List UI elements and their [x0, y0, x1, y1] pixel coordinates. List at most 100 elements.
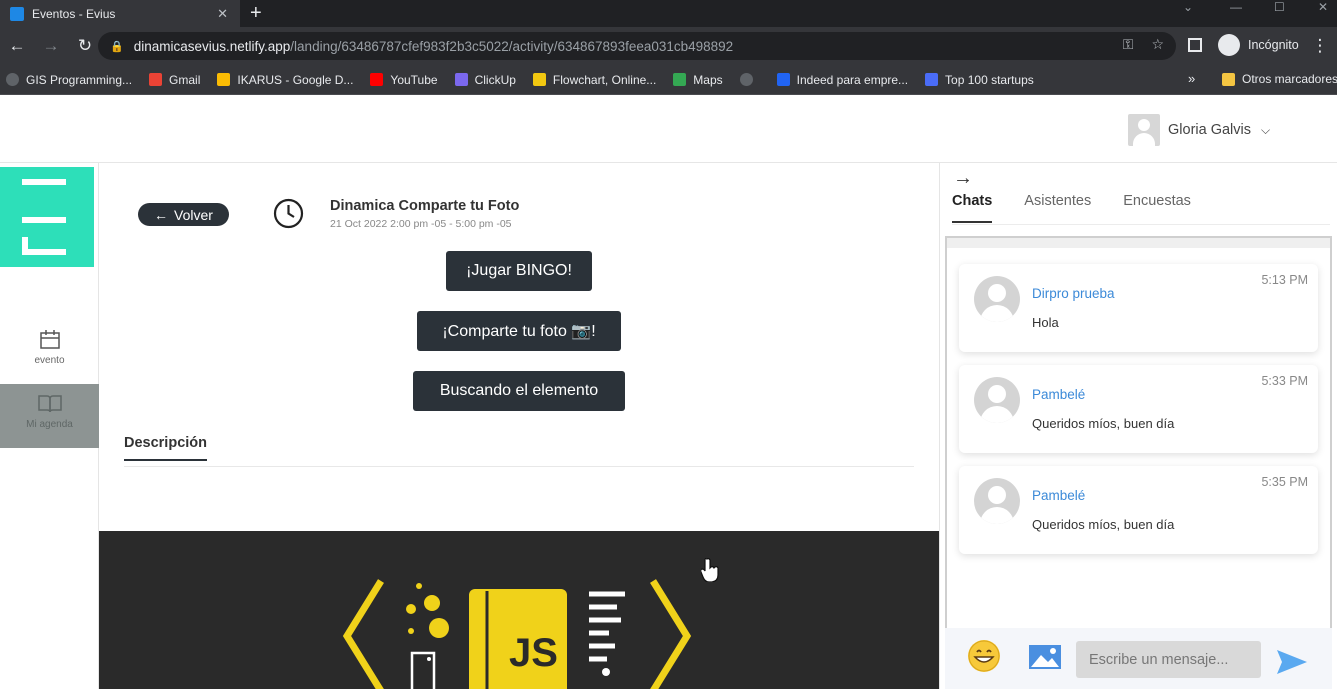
incognito-profile[interactable]: Incógnito	[1218, 34, 1299, 56]
message-author[interactable]: Pambelé	[1032, 387, 1085, 402]
share-photo-button[interactable]: ¡Comparte tu foto 📷!	[417, 311, 621, 351]
message-text: Queridos míos, buen día	[1032, 517, 1175, 532]
bookmark-favicon-icon	[673, 73, 687, 86]
browser-tab[interactable]: Eventos - Evius ✕	[0, 0, 240, 27]
tab-divider	[124, 466, 914, 467]
lock-icon[interactable]: 🔒	[110, 40, 124, 53]
book-icon	[37, 395, 62, 413]
sidebar-item-mi-agenda[interactable]: Mi agenda	[0, 384, 99, 448]
bookmark-favicon-icon	[217, 73, 231, 86]
bookmarks-bar: GIS Programming... Gmail IKARUS - Google D…	[0, 65, 1337, 95]
key-icon[interactable]: ⚿	[1123, 36, 1134, 53]
sidebar-item-label: Mi agenda	[26, 419, 73, 430]
bookmark-item[interactable]: Maps	[673, 73, 723, 87]
clock-icon	[273, 198, 304, 229]
chat-messages[interactable]: Dirpro prueba Hola 5:13 PM Pambelé Queri…	[945, 236, 1332, 628]
bookmark-favicon-icon	[454, 73, 468, 86]
message-author[interactable]: Pambelé	[1032, 488, 1085, 503]
close-window-icon[interactable]: ✕	[1318, 0, 1328, 14]
chat-panel: → Chats Asistentes Encuestas Dirpro prue…	[939, 163, 1337, 689]
message-input[interactable]	[1076, 641, 1261, 678]
bookmark-favicon-icon	[6, 73, 19, 86]
bookmark-item[interactable]: GIS Programming...	[6, 73, 132, 87]
message-time: 5:13 PM	[1261, 273, 1308, 287]
bookmark-favicon-icon	[776, 73, 790, 86]
bookmark-favicon-icon	[739, 73, 753, 86]
message-author[interactable]: Dirpro prueba	[1032, 286, 1115, 301]
calendar-icon	[39, 330, 60, 349]
find-element-button[interactable]: Buscando el elemento	[413, 371, 625, 411]
back-button[interactable]: ← Volver	[138, 203, 229, 226]
send-icon[interactable]	[1276, 649, 1308, 675]
emoji-icon[interactable]	[968, 640, 1000, 672]
incognito-icon	[1218, 34, 1240, 56]
bookmark-item[interactable]: IKARUS - Google D...	[217, 73, 353, 87]
tab-search-icon[interactable]: ⌄	[1183, 0, 1193, 14]
browser-toolbar: ← → ↻ 🔒 dinamicasevius.netlify.app/landi…	[0, 27, 1337, 65]
url-path: /landing/63486787cfef983f2b3c5022/activi…	[290, 38, 734, 54]
collapse-arrow-icon[interactable]: →	[953, 167, 973, 190]
bookmark-label: Flowchart, Online...	[552, 72, 657, 87]
activity-date: 21 Oct 2022 2:00 pm -05 - 5:00 pm -05	[330, 218, 512, 230]
minimize-icon[interactable]: —	[1230, 0, 1242, 14]
evius-logo[interactable]	[0, 167, 94, 267]
bookmark-label: Top 100 startups	[945, 72, 1034, 87]
bookmark-label: GIS Programming...	[26, 72, 133, 87]
bookmark-item[interactable]: YouTube	[370, 72, 438, 87]
arrow-left-icon: ←	[154, 206, 169, 223]
bookmark-item[interactable]: Indeed para empre...	[776, 73, 908, 87]
bookmark-favicon-icon	[532, 73, 546, 86]
bookmark-item[interactable]: Top 100 startups	[925, 73, 1034, 87]
menu-dots-icon[interactable]: ⋮	[1310, 36, 1330, 56]
bookmark-item[interactable]: Gmail	[149, 73, 200, 87]
chat-tabs: Chats Asistentes Encuestas	[952, 193, 1191, 223]
chat-message: Dirpro prueba Hola 5:13 PM	[959, 264, 1318, 352]
other-bookmarks[interactable]: Otros marcadores	[1222, 72, 1337, 86]
hand-cursor-icon	[701, 558, 719, 582]
bookmark-item[interactable]: ClickUp	[454, 73, 516, 87]
reload-icon[interactable]: ↻	[68, 36, 102, 56]
message-time: 5:33 PM	[1261, 374, 1308, 388]
more-bookmarks-icon[interactable]: »	[1188, 71, 1195, 86]
bookmark-label: IKARUS - Google D...	[237, 72, 354, 87]
activity-banner-image: JS	[99, 531, 939, 689]
play-bingo-button[interactable]: ¡Jugar BINGO!	[446, 251, 592, 291]
close-tab-icon[interactable]: ✕	[217, 6, 228, 22]
avatar	[974, 377, 1020, 423]
back-arrow-icon[interactable]: ←	[0, 36, 34, 56]
avatar	[974, 478, 1020, 524]
profile-label: Incógnito	[1248, 38, 1299, 52]
bookmark-label: Gmail	[169, 72, 201, 87]
bookmark-favicon-icon	[370, 73, 384, 86]
avatar	[974, 276, 1020, 322]
evius-favicon-icon	[10, 6, 24, 21]
folder-icon	[1222, 72, 1235, 86]
bookmark-item[interactable]	[739, 73, 760, 86]
javascript-banner-graphic: JS	[342, 579, 692, 689]
bookmark-item[interactable]: Flowchart, Online...	[532, 72, 657, 87]
other-bookmarks-label: Otros marcadores	[1242, 72, 1337, 86]
maximize-icon[interactable]: ☐	[1274, 0, 1285, 14]
forward-arrow-icon[interactable]: →	[34, 36, 68, 56]
chevron-down-icon: ⌵	[1261, 122, 1271, 137]
sidebar-item-evento[interactable]: evento	[0, 320, 99, 384]
chat-message: Pambelé Queridos míos, buen día 5:35 PM	[959, 466, 1318, 554]
app-header: Gloria Galvis ⌵	[0, 96, 1337, 163]
tab-title: Eventos - Evius	[32, 6, 116, 21]
message-text: Queridos míos, buen día	[1032, 416, 1175, 431]
tab-encuestas[interactable]: Encuestas	[1123, 193, 1191, 223]
message-text: Hola	[1032, 315, 1059, 330]
tabs-divider	[952, 224, 1330, 225]
bookmark-star-icon[interactable]: ☆	[1151, 36, 1164, 53]
user-menu[interactable]: Gloria Galvis ⌵	[1128, 114, 1270, 146]
image-upload-icon[interactable]	[1028, 644, 1062, 670]
url-host: dinamicasevius.netlify.app	[133, 38, 291, 54]
new-tab-icon[interactable]: +	[250, 2, 262, 25]
side-panel-icon[interactable]	[1188, 38, 1202, 52]
tab-descripcion[interactable]: Descripción	[124, 435, 207, 461]
tab-asistentes[interactable]: Asistentes	[1024, 193, 1091, 223]
bookmark-label: YouTube	[390, 72, 438, 87]
back-label: Volver	[174, 206, 213, 223]
tab-chats[interactable]: Chats	[952, 193, 993, 223]
address-bar[interactable]: 🔒 dinamicasevius.netlify.app/landing/634…	[98, 32, 1176, 60]
